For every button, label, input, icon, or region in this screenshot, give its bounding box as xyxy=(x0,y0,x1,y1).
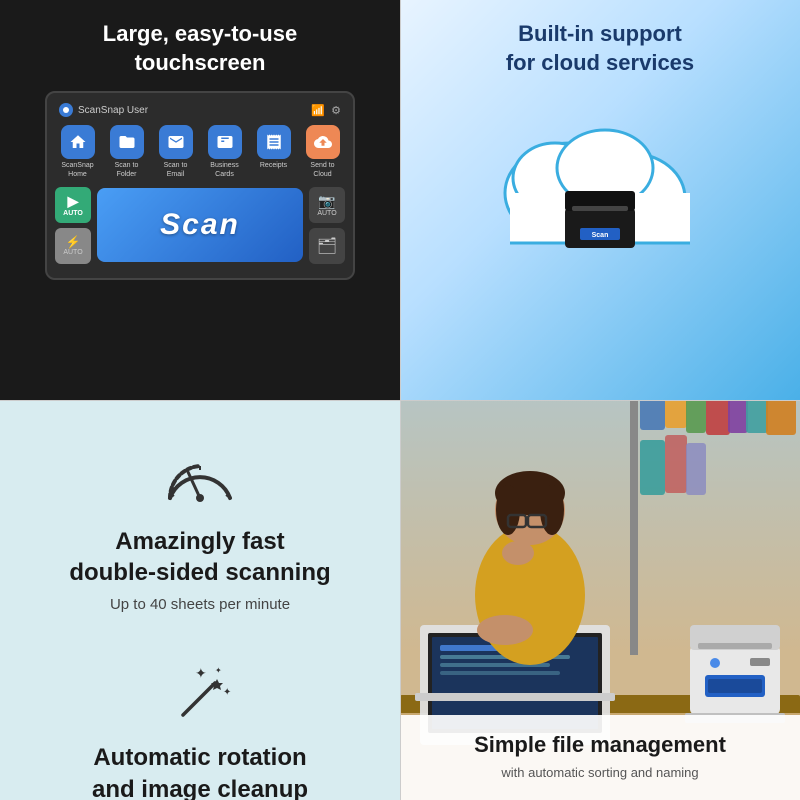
ts-scan-button[interactable]: Scan xyxy=(97,188,303,262)
ts-main-area: ▶ AUTO ⚡ AUTO Scan 📷 AUTO xyxy=(55,187,345,264)
tr-title: Built-in supportfor cloud services xyxy=(506,20,694,77)
svg-text:Scan: Scan xyxy=(592,232,609,239)
ts-nav-row: ScanSnapHome Scan toFolder Scan toEmail xyxy=(55,125,345,179)
ts-receipts-icon xyxy=(257,125,291,159)
ts-auto-btn-1[interactable]: ▶ AUTO xyxy=(55,187,91,223)
ts-right-btn-2[interactable]: 🗂 xyxy=(309,228,345,264)
ts-cloud-label: Send toCloud xyxy=(310,162,334,179)
br-subtitle: with automatic sorting and naming xyxy=(416,765,784,780)
br-title: Simple file management xyxy=(416,731,784,760)
photo-scene: Simple file management with automatic so… xyxy=(400,400,800,800)
cell-filemanagement: Simple file management with automatic so… xyxy=(400,400,800,800)
ts-header: ScanSnap User 📶 ⚙ xyxy=(55,103,345,117)
cell-cloud: Built-in supportfor cloud services xyxy=(400,0,800,400)
ts-logo-dot xyxy=(59,103,73,117)
wifi-icon: 📶 xyxy=(311,104,325,117)
vertical-divider xyxy=(400,0,401,800)
ts-nav-cards[interactable]: BusinessCards xyxy=(202,125,247,179)
ts-left-col: ▶ AUTO ⚡ AUTO xyxy=(55,187,91,264)
ts-right-btn-1[interactable]: 📷 AUTO xyxy=(309,187,345,223)
wand-icon: ✦ ✦ ✦ xyxy=(165,663,235,728)
ts-cards-label: BusinessCards xyxy=(210,162,238,179)
ts-home-label: ScanSnapHome xyxy=(61,162,93,179)
touchscreen-device: ScanSnap User 📶 ⚙ ScanSnapHome xyxy=(45,91,355,280)
ts-nav-cloud[interactable]: Send toCloud xyxy=(300,125,345,179)
svg-text:✦: ✦ xyxy=(223,687,231,698)
ts-nav-folder[interactable]: Scan toFolder xyxy=(104,125,149,179)
photo-overlay: Simple file management with automatic so… xyxy=(400,715,800,800)
main-grid: Large, easy-to-usetouchscreen ScanSnap U… xyxy=(0,0,800,800)
tl-title: Large, easy-to-usetouchscreen xyxy=(103,20,297,77)
ts-email-label: Scan toEmail xyxy=(164,162,188,179)
ts-right-col: 📷 AUTO 🗂 xyxy=(309,187,345,264)
cell-touchscreen: Large, easy-to-usetouchscreen ScanSnap U… xyxy=(0,0,400,400)
ts-nav-email[interactable]: Scan toEmail xyxy=(153,125,198,179)
bl-title: Amazingly fastdouble-sided scanning xyxy=(69,526,330,588)
ts-header-icons: 📶 ⚙ xyxy=(311,104,341,117)
ts-receipts-label: Receipts xyxy=(260,162,287,170)
ts-scan-label: Scan xyxy=(160,208,240,242)
ts-nav-receipts[interactable]: Receipts xyxy=(251,125,296,179)
ts-nav-home[interactable]: ScanSnapHome xyxy=(55,125,100,179)
svg-text:✦: ✦ xyxy=(195,665,207,681)
cloud-container: Scan xyxy=(490,103,710,253)
ts-folder-label: Scan toFolder xyxy=(115,162,139,179)
ts-email-icon xyxy=(159,125,193,159)
cloud-svg: Scan xyxy=(490,108,710,248)
ts-cloud-icon xyxy=(306,125,340,159)
ts-home-icon xyxy=(61,125,95,159)
ts-cards-icon xyxy=(208,125,242,159)
ts-header-left: ScanSnap User xyxy=(59,103,148,117)
bl-subtitle: Up to 40 sheets per minute xyxy=(110,596,290,613)
ts-user-text: ScanSnap User xyxy=(78,105,148,116)
settings-icon: ⚙ xyxy=(331,104,341,117)
cell-scanning: Amazingly fastdouble-sided scanning Up t… xyxy=(0,400,400,800)
speedometer-icon xyxy=(160,450,240,510)
ts-auto-btn-2[interactable]: ⚡ AUTO xyxy=(55,228,91,264)
svg-text:✦: ✦ xyxy=(215,666,222,675)
bl-title2: Automatic rotationand image cleanup xyxy=(92,742,308,800)
ts-folder-icon xyxy=(110,125,144,159)
